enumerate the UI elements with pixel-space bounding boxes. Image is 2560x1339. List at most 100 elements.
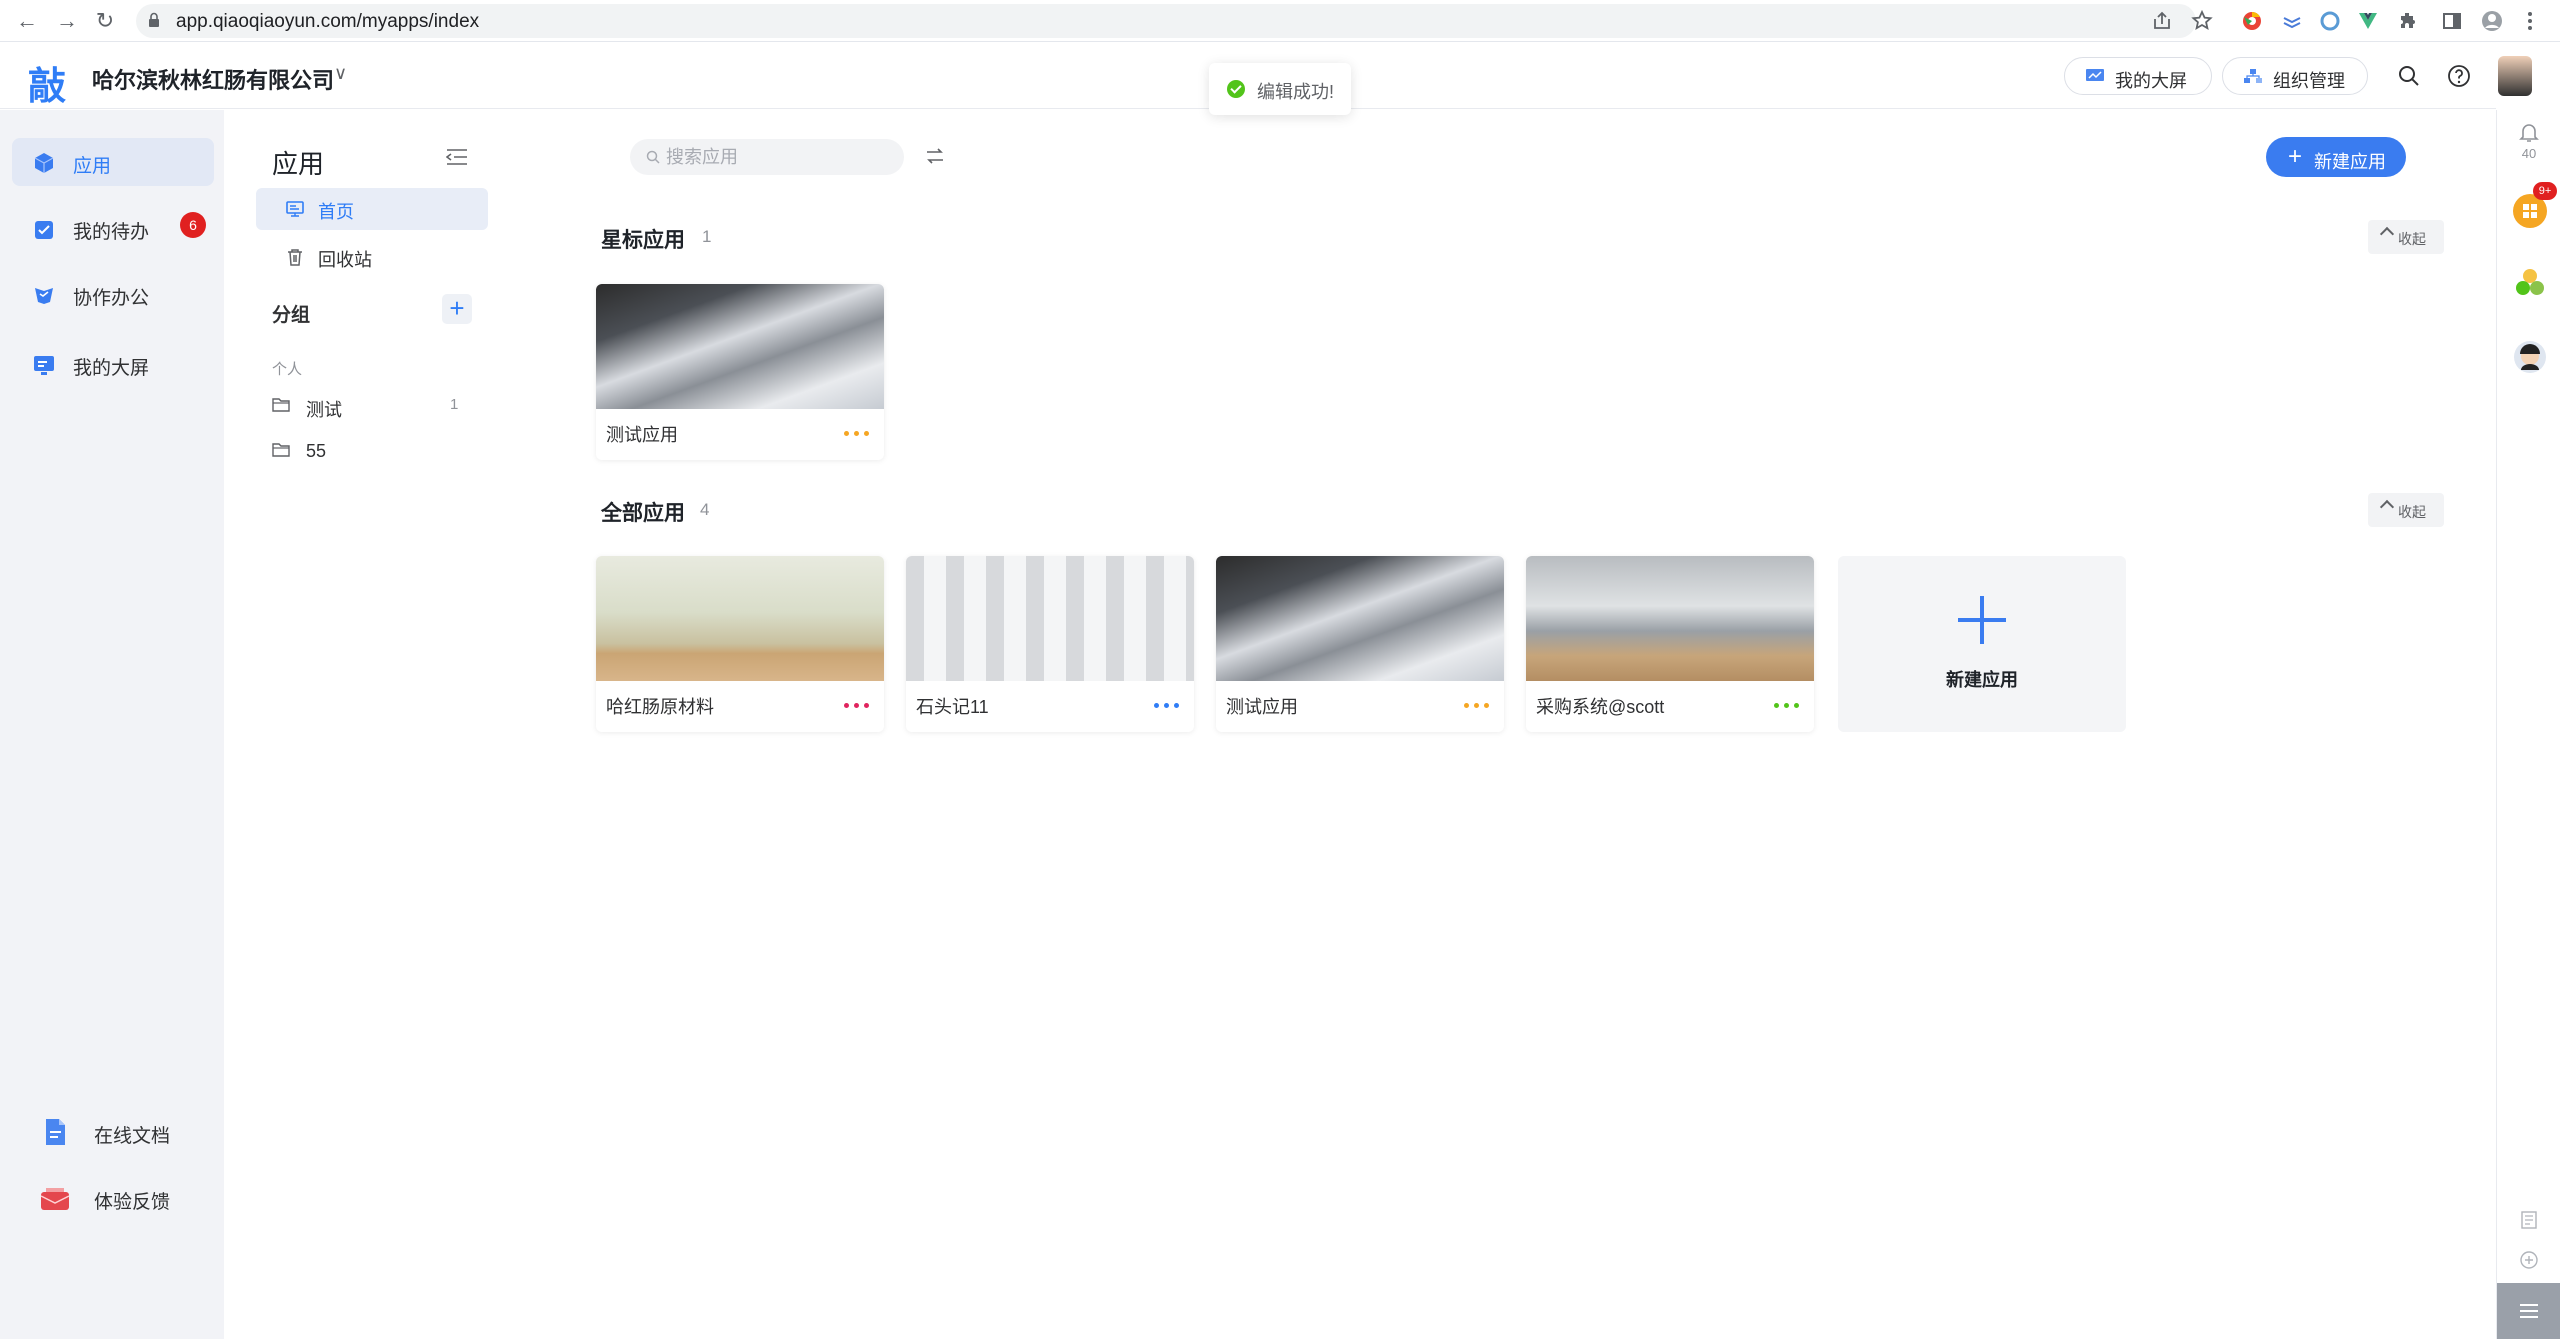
starred-section-title: 星标应用 bbox=[601, 229, 685, 252]
panel-item-label: 首页 bbox=[318, 202, 354, 222]
user-avatar[interactable] bbox=[2498, 56, 2532, 96]
assistant-avatar-icon[interactable] bbox=[2513, 340, 2547, 374]
all-apps-section-title: 全部应用 bbox=[601, 502, 685, 525]
layers-ext-icon[interactable] bbox=[2280, 9, 2304, 33]
app-card[interactable]: 哈红肠原材料 bbox=[596, 556, 884, 732]
puzzle-icon[interactable] bbox=[2396, 9, 2420, 33]
panel-collapse-icon[interactable] bbox=[446, 148, 468, 166]
app-card[interactable]: 测试应用 bbox=[1216, 556, 1504, 732]
chevron-up-icon bbox=[2379, 226, 2395, 242]
lock-icon bbox=[149, 12, 159, 27]
app-cover-image bbox=[596, 556, 884, 681]
kebab-menu-icon[interactable] bbox=[2518, 9, 2542, 33]
more-options-icon[interactable] bbox=[844, 696, 874, 714]
starred-app-card[interactable]: 测试应用 bbox=[596, 284, 884, 460]
add-group-button[interactable]: + bbox=[442, 294, 472, 324]
panel-title: 应用 bbox=[272, 149, 325, 179]
todo-badge: 6 bbox=[180, 212, 206, 238]
rail-menu-button[interactable] bbox=[2497, 1283, 2560, 1339]
nav-item-todo[interactable]: 我的待办 6 bbox=[12, 204, 214, 252]
nav-item-screen[interactable]: 我的大屏 bbox=[12, 340, 214, 388]
starred-count: 1 bbox=[702, 227, 712, 246]
reload-icon[interactable]: ↻ bbox=[92, 8, 118, 34]
chrome-ext-icon[interactable] bbox=[2240, 9, 2264, 33]
help-icon[interactable] bbox=[2446, 63, 2472, 89]
panel-item-recycle[interactable]: 回收站 bbox=[256, 236, 488, 278]
feedback-label: 体验反馈 bbox=[94, 1192, 171, 1213]
new-app-card[interactable]: 新建应用 bbox=[1838, 556, 2126, 732]
nav-item-collab[interactable]: 协作办公 bbox=[12, 270, 214, 318]
app-cover-image bbox=[906, 556, 1194, 681]
sort-toggle-icon[interactable] bbox=[925, 146, 945, 166]
back-arrow-icon[interactable]: ← bbox=[14, 8, 40, 34]
dots-cluster-icon[interactable] bbox=[2513, 266, 2547, 300]
folder-item[interactable]: 测试 1 bbox=[272, 392, 472, 422]
check-circle-icon bbox=[1227, 80, 1245, 98]
app-name: 石头记11 bbox=[916, 697, 989, 717]
folder-label: 55 bbox=[306, 441, 327, 461]
starred-collapse-button[interactable]: 收起 bbox=[2368, 220, 2444, 254]
more-options-icon[interactable] bbox=[1154, 696, 1184, 714]
org-manage-button[interactable]: 组织管理 bbox=[2222, 57, 2368, 95]
panel-item-label: 回收站 bbox=[318, 250, 372, 270]
cube-icon bbox=[34, 153, 54, 173]
circle-ext-icon[interactable] bbox=[2318, 9, 2342, 33]
app-cover-image bbox=[1216, 556, 1504, 681]
address-bar[interactable]: app.qiaoqiaoyun.com/myapps/index bbox=[136, 4, 2196, 38]
feedback-link[interactable]: 体验反馈 bbox=[40, 1178, 220, 1218]
app-cover-image bbox=[1526, 556, 1814, 681]
screen-icon bbox=[34, 356, 54, 375]
home-monitor-icon bbox=[286, 201, 304, 217]
app-card[interactable]: 石头记11 bbox=[906, 556, 1194, 732]
collapse-label: 收起 bbox=[2398, 504, 2426, 520]
app-name: 测试应用 bbox=[606, 425, 678, 445]
url-text: app.qiaoqiaoyun.com/myapps/index bbox=[176, 11, 480, 32]
vue-ext-icon[interactable] bbox=[2356, 9, 2380, 33]
online-docs-link[interactable]: 在线文档 bbox=[40, 1112, 220, 1152]
company-name[interactable]: 哈尔滨秋林红肠有限公司 bbox=[92, 63, 334, 95]
nav-label: 我的大屏 bbox=[73, 358, 150, 379]
plus-icon: + bbox=[2288, 143, 2303, 170]
search-input[interactable] bbox=[666, 145, 886, 169]
document-icon bbox=[46, 1119, 65, 1145]
bell-icon[interactable] bbox=[2517, 120, 2541, 144]
success-toast: 编辑成功! bbox=[1209, 63, 1351, 115]
sidepanel-icon[interactable] bbox=[2440, 9, 2464, 33]
note-icon[interactable] bbox=[2519, 1210, 2539, 1230]
group-title: 分组 bbox=[272, 305, 311, 326]
app-card[interactable]: 采购系统@scott bbox=[1526, 556, 1814, 732]
star-icon[interactable] bbox=[2190, 9, 2214, 33]
panel-item-home[interactable]: 首页 bbox=[256, 188, 488, 230]
chevron-up-icon bbox=[2379, 499, 2395, 515]
app-name: 哈红肠原材料 bbox=[606, 697, 714, 717]
forward-arrow-icon[interactable]: → bbox=[54, 8, 80, 34]
nav-label: 应用 bbox=[73, 156, 112, 177]
apps-badge: 9+ bbox=[2533, 182, 2557, 200]
more-options-icon[interactable] bbox=[1774, 696, 1804, 714]
right-rail: 40 9+ bbox=[2496, 110, 2560, 1339]
all-apps-collapse-button[interactable]: 收起 bbox=[2368, 493, 2444, 527]
online-docs-label: 在线文档 bbox=[94, 1126, 171, 1147]
my-screen-button[interactable]: 我的大屏 bbox=[2064, 57, 2212, 95]
search-icon[interactable] bbox=[2396, 63, 2422, 89]
more-options-icon[interactable] bbox=[844, 424, 874, 442]
my-screen-label: 我的大屏 bbox=[2115, 71, 2187, 91]
new-app-button[interactable]: + 新建应用 bbox=[2266, 137, 2406, 177]
collab-icon bbox=[35, 288, 53, 304]
folder-count: 1 bbox=[450, 396, 459, 413]
search-apps[interactable] bbox=[630, 139, 904, 175]
folder-icon bbox=[272, 398, 290, 412]
new-app-card-label: 新建应用 bbox=[1946, 670, 2018, 690]
nav-item-apps[interactable]: 应用 bbox=[12, 138, 214, 186]
profile-icon[interactable] bbox=[2480, 9, 2504, 33]
menu-icon bbox=[2520, 1304, 2538, 1318]
add-circle-icon[interactable] bbox=[2519, 1250, 2539, 1270]
share-icon[interactable] bbox=[2150, 9, 2174, 33]
more-options-icon[interactable] bbox=[1464, 696, 1494, 714]
nav-label: 协作办公 bbox=[73, 288, 150, 309]
all-apps-count: 4 bbox=[700, 500, 710, 519]
chevron-down-icon[interactable]: ∨ bbox=[334, 63, 347, 84]
folder-icon bbox=[272, 443, 290, 457]
collapse-label: 收起 bbox=[2398, 231, 2426, 247]
folder-item[interactable]: 55 bbox=[272, 437, 472, 467]
